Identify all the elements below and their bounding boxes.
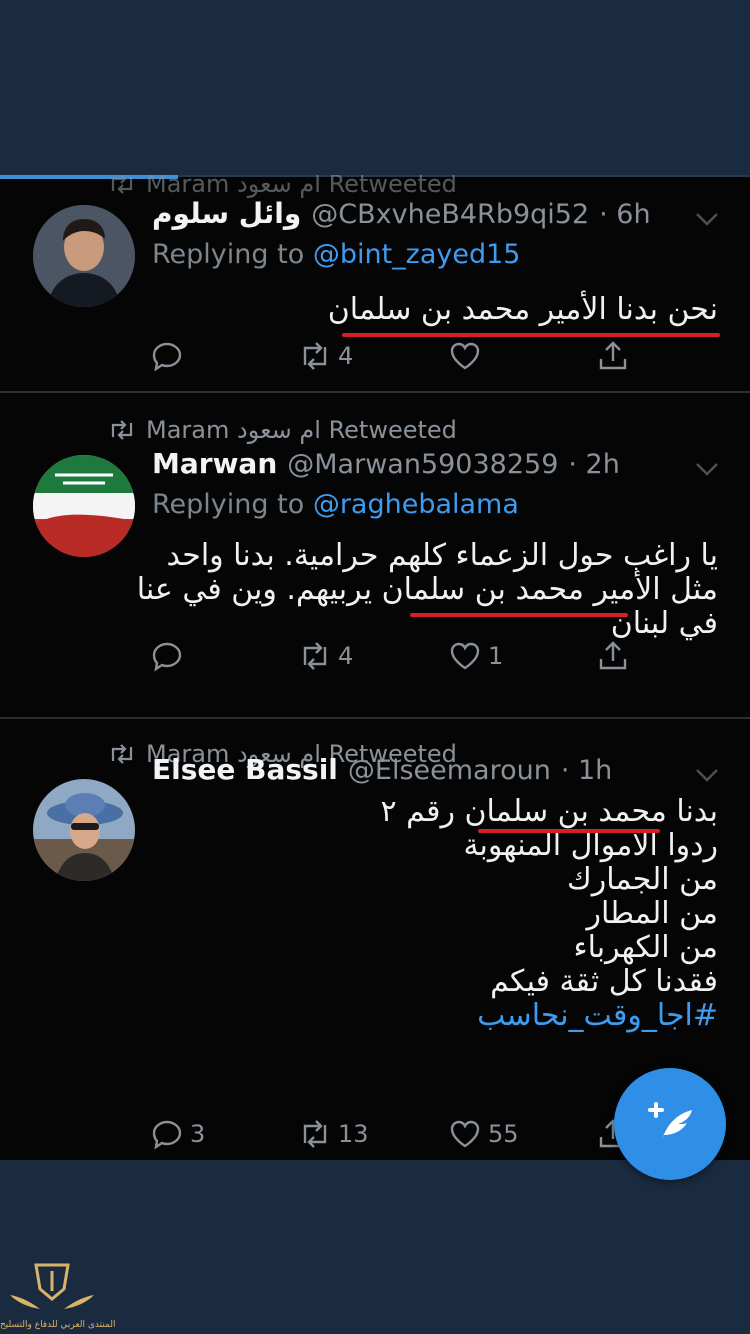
reply-button[interactable]: 3 xyxy=(150,1117,205,1151)
retweet-button[interactable]: 13 xyxy=(298,1117,369,1151)
retweet-context-text: Maram ام سعود Retweeted xyxy=(146,175,457,198)
retweet-count: 4 xyxy=(338,342,354,370)
screenshot-page: { "tweets": [ { "retweeted_by": "Maram ا… xyxy=(0,0,750,1334)
compose-tweet-icon xyxy=(648,1102,692,1140)
tweet-text-line: نحن بدنا الأمير محمد بن سلمان xyxy=(327,292,718,327)
tweet-text-line: بدنا محمد بن سلمان رقم ٢ xyxy=(380,794,718,829)
red-underline-annotation xyxy=(478,829,660,833)
retweet-icon xyxy=(303,642,327,670)
compose-tweet-button[interactable] xyxy=(614,1068,726,1180)
retweet-context: Maram ام سعود Retweeted xyxy=(108,415,457,445)
watermark-text: المنتدى العربي للدفاع والتسليح xyxy=(0,1320,116,1330)
retweet-icon xyxy=(111,744,133,764)
chevron-down-icon[interactable] xyxy=(694,461,720,477)
tweet-text-line: يا راغب حول الزعماء كلهم حرامية. بدنا وا… xyxy=(166,538,718,573)
retweet-button[interactable]: 4 xyxy=(298,339,353,373)
avatar[interactable] xyxy=(33,779,135,881)
share-button[interactable] xyxy=(596,339,630,373)
retweet-icon xyxy=(111,175,133,194)
avatar[interactable] xyxy=(33,455,135,557)
heart-icon xyxy=(450,1120,480,1148)
tweet-header: Elsee Bassil @Elseemaroun · 1h xyxy=(152,753,690,791)
retweet-count: 13 xyxy=(338,1120,369,1148)
chevron-down-icon[interactable] xyxy=(694,211,720,227)
user-handle[interactable]: @Marwan59038259 xyxy=(287,449,558,480)
chevron-down-icon[interactable] xyxy=(694,767,720,783)
tweet-actions: 4 xyxy=(150,339,650,379)
tweet-card[interactable]: Maram ام سعود Retweeted Marwan @Marwan59… xyxy=(0,393,750,719)
retweet-count: 4 xyxy=(338,642,354,670)
heart-icon xyxy=(450,342,480,370)
like-button[interactable]: 1 xyxy=(448,639,503,673)
reply-icon xyxy=(152,342,182,372)
retweet-icon xyxy=(303,342,327,370)
timeline-feed: Maram ام سعود Retweeted وائل سلوم @CBxvh… xyxy=(0,175,750,1160)
tweet-time: · 6h xyxy=(599,199,651,230)
like-button[interactable] xyxy=(448,339,488,373)
reply-to-handle[interactable]: @bint_zayed15 xyxy=(313,239,521,270)
hashtag-link[interactable]: #اجا_وقت_نحاسب xyxy=(381,999,718,1033)
share-icon xyxy=(599,341,627,370)
red-underline-annotation xyxy=(410,613,628,617)
avatar-image xyxy=(33,205,135,307)
like-count: 55 xyxy=(488,1120,519,1148)
retweet-button[interactable]: 4 xyxy=(298,639,353,673)
avatar[interactable] xyxy=(33,205,135,307)
reply-icon xyxy=(152,642,182,672)
tweet-actions: 3 13 55 xyxy=(150,1117,650,1157)
tweet-time: · 1h xyxy=(560,755,613,786)
reply-icon xyxy=(152,1120,182,1150)
reply-button[interactable] xyxy=(150,339,190,373)
red-underline-annotation xyxy=(342,333,720,337)
retweet-context: Maram ام سعود Retweeted xyxy=(108,175,457,199)
reply-count: 3 xyxy=(190,1120,206,1148)
tweet-text: نحن بدنا الأمير محمد بن سلمان xyxy=(328,293,718,327)
tweet-actions: 4 1 xyxy=(150,639,650,679)
reply-context: Replying to @bint_zayed15 xyxy=(152,239,520,270)
avatar-image xyxy=(33,455,135,557)
tweet-text: يا راغب حول الزعماء كلهم حرامية. بدنا وا… xyxy=(137,539,718,641)
reply-to-handle[interactable]: @raghebalama xyxy=(313,489,519,520)
retweet-icon xyxy=(111,420,133,440)
display-name[interactable]: Elsee Bassil xyxy=(152,753,338,786)
tweet-header: Marwan @Marwan59038259 · 2h xyxy=(152,447,690,485)
heart-icon xyxy=(450,642,480,670)
tweet-text-line: ردوا الاموال المنهوبة xyxy=(463,828,718,863)
tweet-text-line: من الجمارك xyxy=(567,862,718,897)
replying-to-label: Replying to xyxy=(152,489,305,520)
like-button[interactable]: 55 xyxy=(448,1117,519,1151)
like-count: 1 xyxy=(488,642,504,670)
tweet-text-line: من المطار xyxy=(586,896,719,931)
retweet-icon xyxy=(303,1120,327,1148)
tweet-text-line: من الكهرباء xyxy=(573,930,718,965)
retweet-context-text: Maram ام سعود Retweeted xyxy=(146,416,457,444)
replying-to-label: Replying to xyxy=(152,239,305,270)
share-button[interactable] xyxy=(596,639,630,673)
reply-button[interactable] xyxy=(150,639,190,673)
tweet-header: وائل سلوم @CBxvheB4Rb9qi52 · 6h xyxy=(152,197,690,235)
display-name[interactable]: وائل سلوم xyxy=(152,197,301,230)
avatar-image xyxy=(33,779,135,881)
display-name[interactable]: Marwan xyxy=(152,447,277,480)
tweet-time: · 2h xyxy=(568,449,620,480)
user-handle[interactable]: @CBxvheB4Rb9qi52 xyxy=(311,199,589,230)
tweet-text-line: مثل الأمير محمد بن سلمان يربيهم. وين في … xyxy=(136,572,718,607)
share-icon xyxy=(599,641,627,670)
reply-context: Replying to @raghebalama xyxy=(152,489,519,520)
tweet-text-line: فقدنا كل ثقة فيكم xyxy=(490,964,718,999)
user-handle[interactable]: @Elseemaroun xyxy=(348,755,551,786)
tweet-card[interactable]: Maram ام سعود Retweeted وائل سلوم @CBxvh… xyxy=(0,175,750,393)
